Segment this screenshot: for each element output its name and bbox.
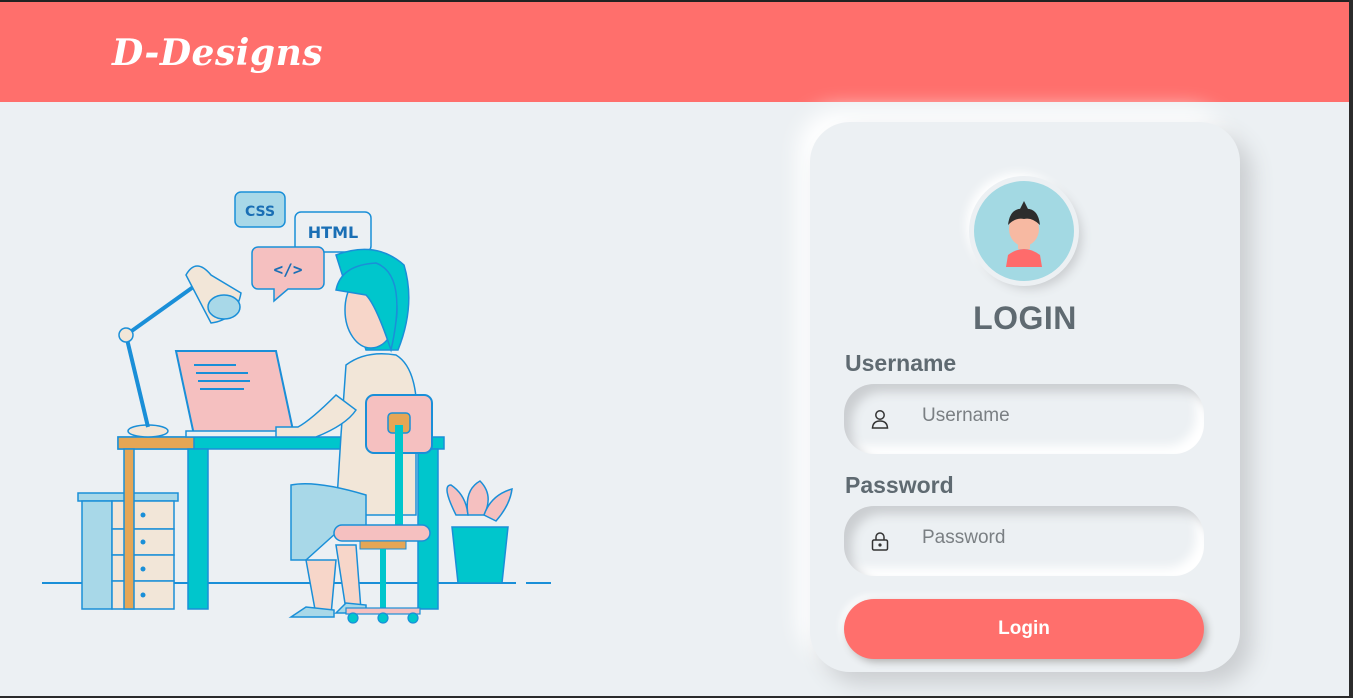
navbar: D-Designs xyxy=(0,2,1349,102)
username-label: Username xyxy=(845,350,957,376)
lock-icon xyxy=(870,530,890,552)
avatar xyxy=(972,179,1076,283)
developer-illustration: CSS HTML </> xyxy=(36,185,566,625)
login-button[interactable]: Login xyxy=(844,599,1204,659)
login-card: LOGIN Username Password Login xyxy=(810,122,1240,672)
user-avatar-icon xyxy=(974,181,1074,281)
window-right-edge xyxy=(1349,0,1353,698)
username-field[interactable] xyxy=(844,384,1204,454)
password-label: Password xyxy=(845,472,954,498)
password-input[interactable] xyxy=(920,520,1184,556)
html-bubble-text: HTML xyxy=(308,223,358,242)
brand-logo[interactable]: D-Designs xyxy=(112,32,323,74)
user-icon xyxy=(870,408,890,430)
password-field[interactable] xyxy=(844,506,1204,576)
code-bubble-text: </> xyxy=(274,260,303,279)
login-title: LOGIN xyxy=(973,300,1077,336)
username-input[interactable] xyxy=(920,398,1184,434)
css-bubble-text: CSS xyxy=(245,204,275,220)
